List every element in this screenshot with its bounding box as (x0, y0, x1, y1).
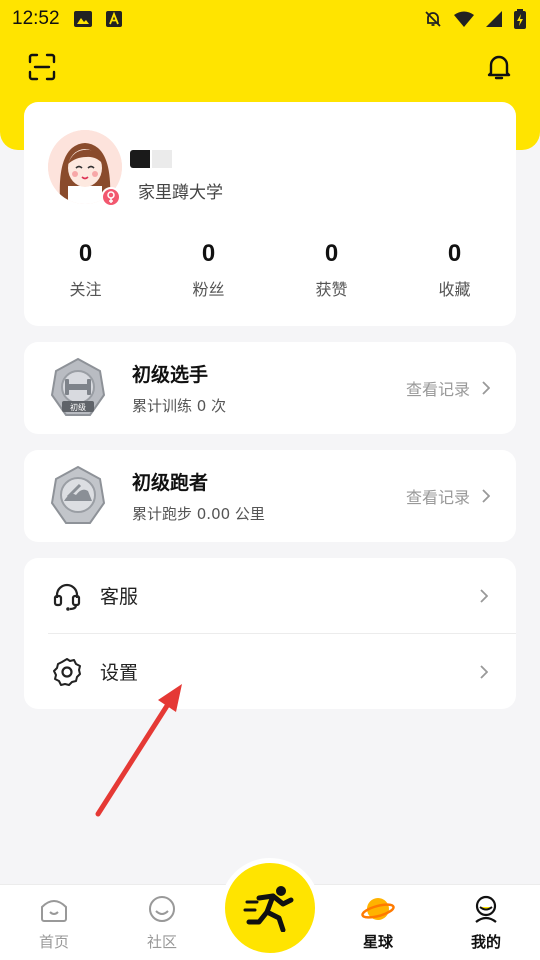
badge-title: 初级选手 (132, 364, 209, 386)
training-badge-card[interactable]: 初级 初级选手 累计训练 0 次 查看记录 (24, 342, 516, 434)
status-bar: 12:52 (0, 0, 540, 38)
view-records-label: 查看记录 (405, 488, 470, 507)
chevron-right-icon (482, 381, 490, 395)
menu-item-label: 客服 (100, 586, 139, 608)
stat-label: 关注 (69, 280, 102, 299)
tab-label: 星球 (362, 933, 393, 951)
headset-icon (53, 583, 81, 611)
stat-value: 0 (78, 240, 93, 267)
stat-value: 0 (447, 240, 462, 267)
planet-icon (361, 898, 395, 920)
chevron-right-icon (480, 588, 488, 603)
bell-off-icon (425, 11, 441, 27)
view-records-link[interactable]: 查看记录 (406, 376, 490, 400)
stat-following[interactable]: 0 关注 (24, 240, 147, 300)
view-records-label: 查看记录 (405, 380, 470, 399)
female-badge (101, 187, 121, 207)
battery-charging-icon (514, 9, 526, 29)
status-time: 12:52 (12, 8, 60, 29)
running-person-icon (243, 886, 294, 932)
tab-label: 首页 (38, 933, 69, 951)
tab-mine[interactable]: 我的 (446, 895, 526, 952)
stat-label: 粉丝 (192, 280, 225, 299)
school-label: 家里蹲大学 (138, 183, 223, 203)
running-badge-card[interactable]: 初级跑者 累计跑步 0.00 公里 查看记录 (24, 450, 516, 542)
annotation-arrow (95, 684, 182, 817)
stat-label: 收藏 (438, 280, 471, 299)
badge-subtitle: 累计训练 0 次 (132, 397, 227, 415)
stat-favorites[interactable]: 0 收藏 (393, 240, 516, 300)
stat-label: 获赞 (315, 280, 348, 299)
scan-icon[interactable] (28, 53, 56, 81)
chevron-right-icon (480, 664, 488, 679)
home-icon (41, 900, 67, 922)
image-notification-icon (73, 11, 92, 27)
stat-value: 0 (201, 240, 216, 267)
profile-card: 家里蹲大学 0 关注 0 粉丝 0 获赞 0 收藏 (24, 102, 516, 326)
stat-fans[interactable]: 0 粉丝 (147, 240, 270, 300)
badge-title: 初级跑者 (132, 472, 209, 494)
running-shoe-medal-icon (50, 465, 106, 524)
signal-icon (486, 11, 502, 27)
dumbbell-medal-icon: 初级 (50, 357, 106, 416)
menu-item-customer-service[interactable]: 客服 (24, 558, 516, 633)
gear-icon (53, 657, 81, 686)
start-run-button[interactable] (220, 858, 320, 958)
tab-home[interactable]: 首页 (14, 895, 94, 952)
medal-text: 初级 (70, 402, 86, 412)
tab-label: 我的 (470, 933, 501, 951)
wifi-icon (454, 11, 474, 27)
mine-icon (475, 895, 497, 923)
tab-community[interactable]: 社区 (122, 895, 202, 952)
header-actions (28, 50, 512, 84)
view-records-link[interactable]: 查看记录 (406, 484, 490, 508)
bell-icon[interactable] (486, 53, 512, 81)
tab-planet[interactable]: 星球 (338, 895, 418, 952)
tab-label: 社区 (146, 933, 177, 951)
smile-icon (149, 896, 175, 922)
badge-subtitle: 累计跑步 0.00 公里 (132, 505, 265, 523)
font-notification-icon (105, 11, 122, 27)
username-redacted (130, 150, 172, 168)
stat-likes[interactable]: 0 获赞 (270, 240, 393, 300)
stat-value: 0 (324, 240, 339, 267)
stats-row: 0 关注 0 粉丝 0 获赞 0 收藏 (24, 240, 516, 300)
chevron-right-icon (482, 489, 490, 503)
female-icon (107, 191, 115, 203)
